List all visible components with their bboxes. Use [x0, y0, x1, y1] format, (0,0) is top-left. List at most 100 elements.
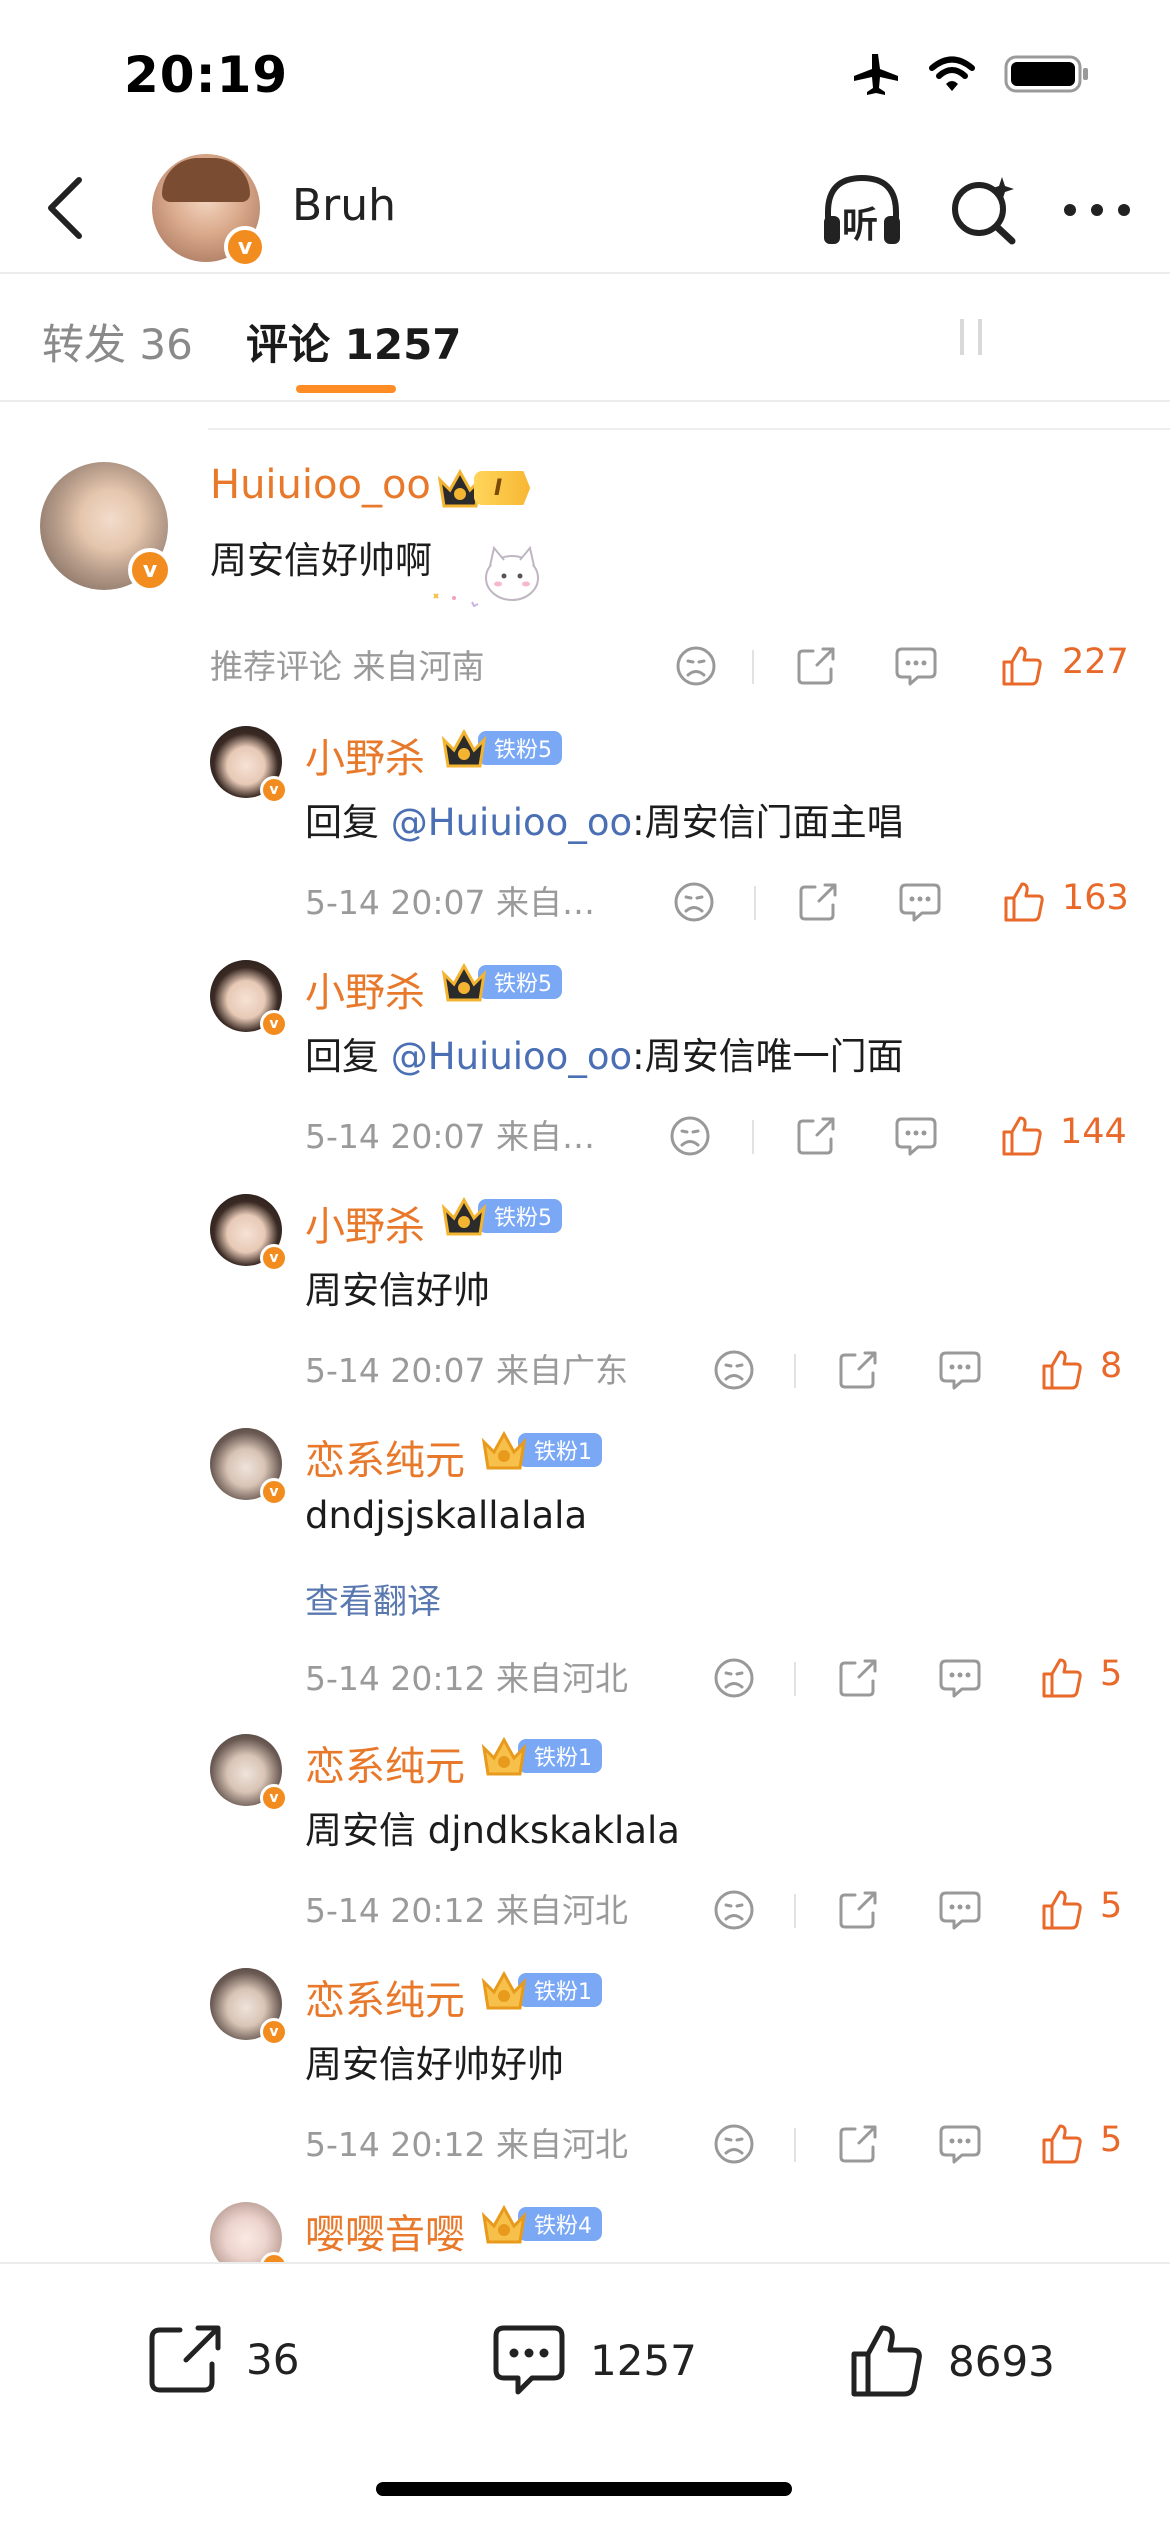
comment-text: 周安信好帅啊 [210, 539, 432, 582]
commenter-avatar[interactable]: v [210, 2202, 288, 2262]
commenter-name[interactable]: 恋系纯元 [305, 1734, 465, 1792]
fan-badge[interactable]: 铁粉4 [480, 2202, 602, 2246]
sad-face-icon [674, 882, 714, 922]
reply-button[interactable] [886, 1108, 946, 1164]
dislike-button[interactable] [666, 638, 726, 694]
commenter-avatar[interactable]: v [210, 726, 288, 804]
commenter-avatar[interactable]: v [210, 1968, 288, 2046]
dislike-button[interactable] [704, 1650, 764, 1706]
commenter-name[interactable]: Huiuioo_oo [210, 462, 431, 508]
avatar-hair [162, 158, 250, 202]
view-translation-link[interactable]: 查看翻译 [305, 1574, 441, 1623]
sad-face-icon [670, 1116, 710, 1156]
more-options-icon[interactable] [1062, 200, 1132, 220]
search-sparkle-icon[interactable] [948, 175, 1018, 245]
dislike-button[interactable] [704, 2116, 764, 2172]
fan-badge[interactable]: 铁粉1 [480, 1734, 602, 1778]
reply-button[interactable] [886, 638, 946, 694]
share-button[interactable] [828, 1882, 888, 1938]
fan-badge[interactable]: 铁粉1 [480, 1428, 602, 1472]
share-icon [839, 1659, 877, 1697]
commenter-avatar[interactable]: v [210, 1194, 288, 1272]
home-indicator[interactable] [376, 2482, 792, 2496]
like-button[interactable] [1034, 1342, 1090, 1398]
share-icon [839, 1891, 877, 1929]
like-count: 163 [1062, 878, 1129, 918]
share-button[interactable] [828, 2116, 888, 2172]
comment-action[interactable]: 1257 [490, 2322, 697, 2398]
like-button[interactable] [996, 874, 1052, 930]
airplane-mode-icon [854, 54, 898, 95]
comment-bubble-icon [899, 883, 941, 922]
thumbs-up-icon [1002, 1116, 1042, 1156]
listen-button[interactable]: 听 [820, 170, 904, 250]
reply-button[interactable] [930, 1650, 990, 1706]
sad-face-icon [714, 1658, 754, 1698]
active-tab-indicator [296, 385, 396, 393]
dislike-button[interactable] [704, 1882, 764, 1938]
reply-button[interactable] [890, 874, 950, 930]
share-icon [149, 2325, 221, 2393]
comment-list[interactable]: v Huiuioo_oo I 周安信好帅啊 推荐评论 来自河南 227 v 小野… [0, 402, 1170, 2262]
crown-icon [481, 1430, 527, 1470]
comment-text: 周安信 djndkskaklala [305, 1809, 680, 1852]
action-separator [754, 886, 756, 920]
like-button[interactable] [994, 638, 1050, 694]
fan-badge[interactable]: 铁粉5 [440, 960, 562, 1004]
like-count: 5 [1100, 2120, 1123, 2160]
repost-action[interactable]: 36 [146, 2322, 299, 2396]
commenter-name[interactable]: 小野杀 [305, 960, 425, 1018]
verified-badge-icon: v [260, 1010, 288, 1038]
like-button[interactable] [994, 1108, 1050, 1164]
fan-badge[interactable]: 铁粉1 [480, 1968, 602, 2012]
reply-button[interactable] [930, 2116, 990, 2172]
like-count: 5 [1100, 1886, 1123, 1926]
post-header: v Bruh 听 [0, 150, 1170, 272]
commenter-avatar[interactable]: v [210, 1734, 288, 1812]
like-button[interactable] [1034, 1650, 1090, 1706]
member-badge[interactable]: I [436, 466, 531, 510]
fan-badge[interactable]: 铁粉5 [440, 726, 562, 770]
back-button[interactable] [30, 168, 100, 248]
mention-link[interactable]: @Huiuioo_oo [391, 801, 632, 844]
comment-bubble-icon [939, 1659, 981, 1698]
list-separator [208, 428, 1170, 430]
mention-link[interactable]: @Huiuioo_oo [391, 1035, 632, 1078]
like-button[interactable] [1034, 2116, 1090, 2172]
dislike-button[interactable] [704, 1342, 764, 1398]
thumbs-up-icon [1042, 2124, 1082, 2164]
tab-repost[interactable]: 转发 36 [42, 311, 193, 372]
share-button[interactable] [828, 1342, 888, 1398]
commenter-name[interactable]: 恋系纯元 [305, 1428, 465, 1486]
commenter-name[interactable]: 小野杀 [305, 1194, 425, 1252]
comment-actions: 163 [0, 874, 1170, 930]
share-button[interactable] [788, 874, 848, 930]
thumbs-up-icon [1042, 1658, 1082, 1698]
reply-button[interactable] [930, 1342, 990, 1398]
like-action[interactable]: 8693 [848, 2322, 1055, 2400]
author-avatar[interactable]: v [152, 154, 266, 268]
header-divider [0, 272, 1170, 274]
fan-badge[interactable]: 铁粉5 [440, 1194, 562, 1238]
commenter-name[interactable]: 恋系纯元 [305, 1968, 465, 2026]
share-button[interactable] [786, 638, 846, 694]
author-name[interactable]: Bruh [292, 180, 396, 231]
comment-actions: 227 [0, 638, 1170, 694]
reply-button[interactable] [930, 1882, 990, 1938]
dislike-button[interactable] [660, 1108, 720, 1164]
dislike-button[interactable] [664, 874, 724, 930]
commenter-avatar[interactable]: v [210, 960, 288, 1038]
commenter-avatar[interactable]: v [40, 462, 172, 592]
status-time: 20:19 [124, 46, 289, 104]
comment-bubble-icon [939, 1891, 981, 1930]
tab-comment[interactable]: 评论 1257 [246, 311, 462, 372]
like-button[interactable] [1034, 1882, 1090, 1938]
repost-count: 36 [246, 2334, 300, 2384]
share-button[interactable] [786, 1108, 846, 1164]
share-button[interactable] [828, 1650, 888, 1706]
commenter-avatar[interactable]: v [210, 1428, 288, 1506]
verified-badge-icon: v [260, 2018, 288, 2046]
commenter-name[interactable]: 嘤嘤音嘤 [305, 2202, 465, 2260]
commenter-name[interactable]: 小野杀 [305, 726, 425, 784]
like-count: 227 [1062, 642, 1129, 682]
